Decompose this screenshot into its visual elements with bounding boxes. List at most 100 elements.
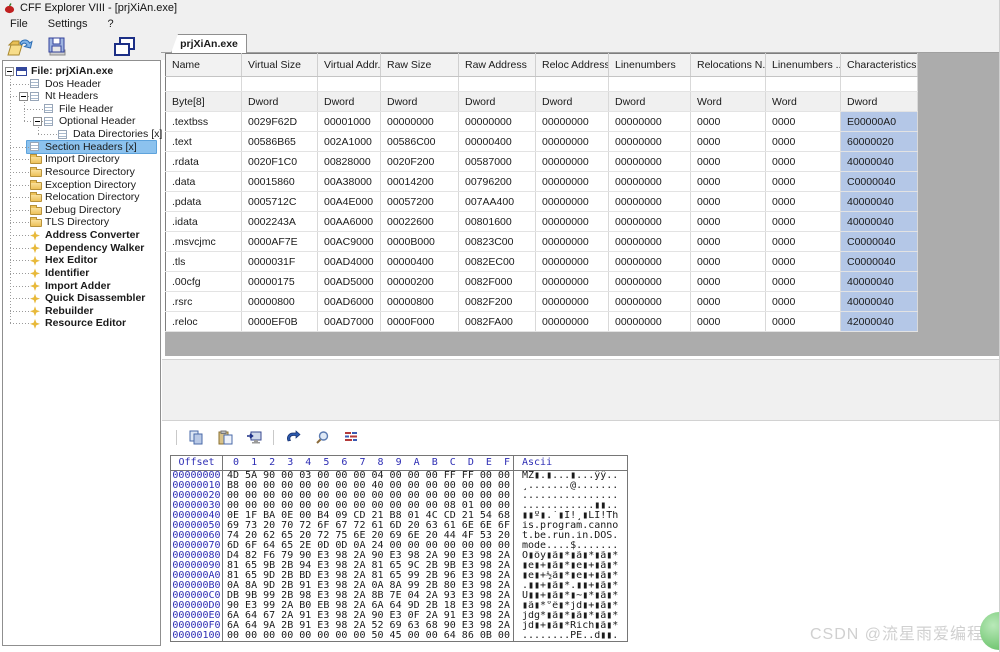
tree-item-data-directories-x[interactable]: Data Directories [x] — [3, 128, 160, 141]
table-cell[interactable]: 00000175 — [242, 272, 318, 292]
table-cell[interactable]: 00001000 — [318, 112, 381, 132]
table-cell[interactable]: 0000 — [766, 192, 841, 212]
table-cell[interactable]: 00000000 — [609, 112, 691, 132]
table-cell[interactable]: 00000400 — [381, 252, 459, 272]
table-cell[interactable]: 00000000 — [536, 232, 609, 252]
col-header-raw-size[interactable]: Raw Size — [381, 54, 459, 77]
table-cell[interactable]: 0000 — [766, 312, 841, 332]
options-button[interactable] — [341, 428, 361, 446]
table-cell[interactable]: 0000EF0B — [242, 312, 318, 332]
table-cell[interactable]: 0020F200 — [381, 152, 459, 172]
tree-item-file-prjxian-exe[interactable]: File: prjXiAn.exe — [3, 65, 160, 78]
table-cell[interactable]: 60000020 — [841, 132, 918, 152]
table-cell[interactable]: 0000 — [691, 312, 766, 332]
section-name-cell[interactable]: .idata — [166, 212, 242, 232]
hex-ascii[interactable]: .▮▮+▮ã▮*.▮▮+▮ã▮* — [514, 581, 627, 591]
section-name-cell[interactable]: .tls — [166, 252, 242, 272]
table-cell[interactable]: 00000000 — [536, 212, 609, 232]
section-name-cell[interactable]: .pdata — [166, 192, 242, 212]
table-cell[interactable]: 0000 — [766, 152, 841, 172]
section-name-cell[interactable]: .reloc — [166, 312, 242, 332]
col-header-relocations-n[interactable]: Relocations N... — [691, 54, 766, 77]
table-cell[interactable]: 00000200 — [381, 272, 459, 292]
table-cell[interactable]: C0000040 — [841, 172, 918, 192]
menu-settings[interactable]: Settings — [38, 17, 98, 31]
table-cell[interactable]: 0000 — [691, 192, 766, 212]
table-cell[interactable]: 0000B000 — [381, 232, 459, 252]
table-cell[interactable]: 0000 — [691, 232, 766, 252]
table-cell[interactable]: 00AC9000 — [318, 232, 381, 252]
table-cell[interactable]: 00AD4000 — [318, 252, 381, 272]
table-cell[interactable]: 00796200 — [459, 172, 536, 192]
expand-collapse-toggle[interactable] — [5, 67, 14, 76]
tree-item-hex-editor[interactable]: Hex Editor — [3, 254, 160, 267]
table-cell[interactable]: 00022600 — [381, 212, 459, 232]
hex-ascii[interactable]: ¸.......@....... — [514, 481, 627, 491]
col-header-linenumbers[interactable]: Linenumbers ... — [766, 54, 841, 77]
table-cell[interactable]: 00801600 — [459, 212, 536, 232]
table-cell[interactable]: E00000A0 — [841, 112, 918, 132]
table-cell[interactable]: 00014200 — [381, 172, 459, 192]
table-cell[interactable]: 00AA6000 — [318, 212, 381, 232]
table-cell[interactable]: 0000 — [691, 172, 766, 192]
col-header-reloc-address[interactable]: Reloc Address — [536, 54, 609, 77]
table-cell[interactable]: 00000000 — [609, 292, 691, 312]
col-header-raw-address[interactable]: Raw Address — [459, 54, 536, 77]
tree-item-dependency-walker[interactable]: Dependency Walker — [3, 242, 160, 255]
tree-item-file-header[interactable]: File Header — [3, 103, 160, 116]
table-cell[interactable]: 002A1000 — [318, 132, 381, 152]
table-cell[interactable]: C0000040 — [841, 252, 918, 272]
table-cell[interactable]: 0000 — [691, 252, 766, 272]
table-cell[interactable]: 00000400 — [459, 132, 536, 152]
tree-item-address-converter[interactable]: Address Converter — [3, 229, 160, 242]
table-cell[interactable]: 00000000 — [536, 252, 609, 272]
hex-ascii[interactable]: ............▮▮.. — [514, 501, 627, 511]
table-cell[interactable]: 0005712C — [242, 192, 318, 212]
table-cell[interactable]: 00000000 — [609, 132, 691, 152]
section-name-cell[interactable]: .rsrc — [166, 292, 242, 312]
table-cell[interactable]: 0082FA00 — [459, 312, 536, 332]
table-cell[interactable]: 00AD5000 — [318, 272, 381, 292]
table-cell[interactable]: 0000 — [691, 152, 766, 172]
hex-ascii[interactable]: jd▮+▮ã▮*Rich▮ã▮* — [514, 621, 627, 631]
save-button[interactable] — [43, 34, 71, 60]
expand-collapse-toggle[interactable] — [19, 92, 28, 101]
table-cell[interactable]: 0000 — [766, 252, 841, 272]
section-name-cell[interactable]: .msvcjmc — [166, 232, 242, 252]
table-cell[interactable]: 0000 — [691, 112, 766, 132]
table-cell[interactable]: 00000000 — [536, 132, 609, 152]
hex-ascii[interactable]: MZ▮.▮...▮...ÿÿ.. — [514, 471, 627, 481]
table-cell[interactable]: 00000000 — [536, 192, 609, 212]
hex-ascii[interactable]: Û▮▮+▮ã▮*▮~▮*▮ã▮* — [514, 591, 627, 601]
table-cell[interactable]: 40000040 — [841, 292, 918, 312]
table-cell[interactable]: 00057200 — [381, 192, 459, 212]
table-cell[interactable]: 0082F200 — [459, 292, 536, 312]
tree-item-optional-header[interactable]: Optional Header — [3, 115, 160, 128]
table-cell[interactable]: 0082F000 — [459, 272, 536, 292]
table-cell[interactable]: 00000000 — [609, 252, 691, 272]
col-header-virtual-addr[interactable]: Virtual Addr... — [318, 54, 381, 77]
table-cell[interactable]: 0000 — [766, 112, 841, 132]
hex-ascii[interactable]: is.program.canno — [514, 521, 627, 531]
table-cell[interactable]: 00000800 — [381, 292, 459, 312]
hex-ascii[interactable]: ................ — [514, 491, 627, 501]
table-cell[interactable]: 0002243A — [242, 212, 318, 232]
table-cell[interactable]: 00000000 — [609, 212, 691, 232]
table-cell[interactable]: 00587000 — [459, 152, 536, 172]
table-cell[interactable]: 0000 — [691, 292, 766, 312]
tree-item-tls-directory[interactable]: TLS Directory — [3, 216, 160, 229]
table-cell[interactable]: 00A4E000 — [318, 192, 381, 212]
tree-item-dos-header[interactable]: Dos Header — [3, 78, 160, 91]
table-cell[interactable]: 00AD7000 — [318, 312, 381, 332]
search-button[interactable] — [312, 428, 332, 446]
tree-item-exception-directory[interactable]: Exception Directory — [3, 179, 160, 192]
table-cell[interactable]: 00015860 — [242, 172, 318, 192]
tree-item-identifier[interactable]: Identifier — [3, 267, 160, 280]
tree-item-resource-editor[interactable]: Resource Editor — [3, 317, 160, 330]
tree-item-debug-directory[interactable]: Debug Directory — [3, 204, 160, 217]
tree-item-import-adder[interactable]: Import Adder — [3, 280, 160, 293]
table-cell[interactable]: 00000000 — [536, 152, 609, 172]
table-cell[interactable]: 00000000 — [609, 312, 691, 332]
table-cell[interactable]: 0000 — [766, 272, 841, 292]
table-cell[interactable]: 00000000 — [459, 112, 536, 132]
